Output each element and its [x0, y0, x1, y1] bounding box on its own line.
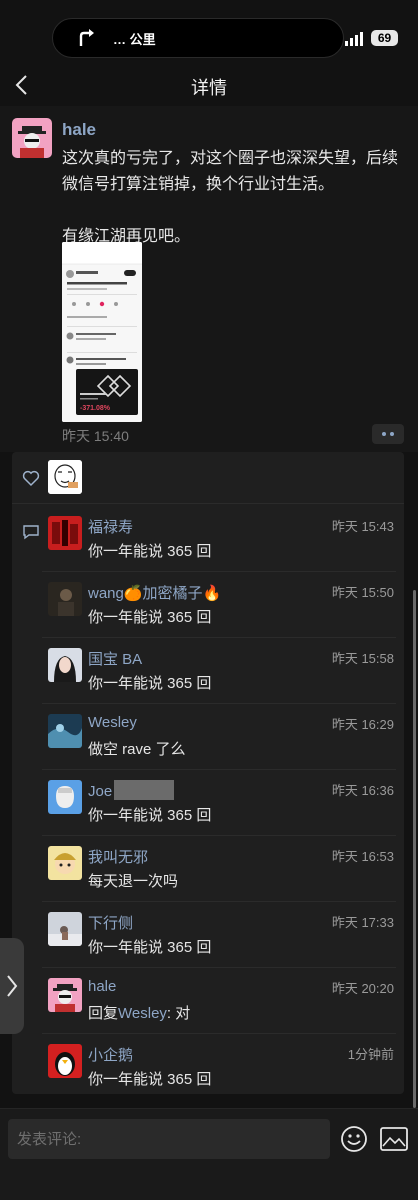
commenter-avatar[interactable] [48, 648, 82, 682]
comment-text: 你一年能说 365 回 [88, 1071, 212, 1088]
commenter-avatar[interactable] [48, 846, 82, 880]
status-bar: … 公里 69 [0, 0, 418, 64]
nav-bar: 详情 [0, 64, 418, 106]
comment-time: 昨天 15:50 [331, 585, 394, 600]
comment-item[interactable]: 我叫无邪 昨天 16:53 每天退一次吗 [42, 836, 396, 902]
comment-item[interactable]: Joe 昨天 16:36 你一年能说 365 回 [42, 770, 396, 836]
comment-text: 你一年能说 365 回 [88, 675, 212, 692]
commenter-name[interactable]: 小企鹅 [88, 1044, 133, 1065]
comment-text: 做空 rave 了么 [88, 741, 186, 758]
comment-item[interactable]: 下行侧 昨天 17:33 你一年能说 365 回 [42, 902, 396, 968]
comment-item[interactable]: hale 昨天 20:20 回复Wesley: 对 [42, 968, 396, 1034]
commenter-avatar[interactable] [48, 516, 82, 550]
comment-text: 你一年能说 365 回 [88, 543, 212, 560]
post-time: 昨天 15:40 [62, 428, 129, 444]
heart-icon [22, 470, 40, 487]
comment-time: 昨天 16:29 [331, 717, 394, 732]
comment-bar [0, 1108, 418, 1200]
side-drawer-tab[interactable] [0, 938, 24, 1034]
more-button[interactable] [372, 424, 404, 444]
commenter-avatar[interactable] [48, 1044, 82, 1078]
signal-icon [345, 32, 363, 46]
commenter-name[interactable]: Joe [88, 780, 175, 800]
comment-icon [23, 525, 39, 540]
comment-time: 昨天 16:53 [331, 849, 394, 864]
comment-item[interactable]: 小企鹅 1分钟前 你一年能说 365 回 [42, 1034, 396, 1100]
comment-time: 昨天 20:20 [331, 981, 394, 996]
commenter-name[interactable]: 下行侧 [88, 912, 133, 933]
comment-time: 昨天 17:33 [331, 915, 394, 930]
author-avatar[interactable] [12, 118, 52, 158]
comment-panel: 福禄寿 昨天 15:43 你一年能说 365 回 wang🍊加密橘子🔥 昨天 1… [12, 452, 404, 1094]
commenter-name[interactable]: hale [88, 978, 116, 995]
post-image[interactable]: -371.08% [62, 242, 142, 422]
chevron-right-icon [7, 975, 18, 997]
author-name[interactable]: hale [62, 120, 96, 140]
commenter-name[interactable]: 我叫无邪 [88, 846, 148, 867]
commenter-avatar[interactable] [48, 912, 82, 946]
comment-input[interactable] [8, 1119, 330, 1159]
commenter-name[interactable]: wang🍊加密橘子🔥 [88, 582, 221, 603]
comment-text: 你一年能说 365 回 [88, 807, 212, 824]
commenter-avatar[interactable] [48, 714, 82, 748]
like-row [12, 452, 404, 504]
image-icon[interactable] [380, 1127, 408, 1151]
comment-time: 昨天 15:58 [331, 651, 394, 666]
comment-time: 昨天 16:36 [331, 783, 394, 798]
dynamic-island[interactable]: … 公里 [52, 18, 344, 58]
commenter-avatar[interactable] [48, 978, 82, 1012]
commenter-avatar[interactable] [48, 780, 82, 814]
comment-text: 你一年能说 365 回 [88, 939, 212, 956]
battery-indicator: 69 [371, 30, 398, 46]
comment-text: 回复Wesley: 对 [88, 1005, 191, 1022]
liker-avatar[interactable] [48, 460, 82, 494]
emoji-icon[interactable] [340, 1125, 368, 1153]
route-distance: … 公里 [113, 32, 156, 47]
scrollbar[interactable] [413, 590, 416, 1108]
comment-time: 昨天 15:43 [331, 519, 394, 534]
page-title: 详情 [191, 78, 227, 98]
pnl-label: -371.08% [80, 405, 111, 412]
post-text: 这次真的亏完了，对这个圈子也深深失望，后续微信号打算注销掉，换个行业讨生活。 有… [62, 150, 399, 245]
comment-item[interactable]: 国宝 BA 昨天 15:58 你一年能说 365 回 [42, 638, 396, 704]
comment-text: 你一年能说 365 回 [88, 609, 212, 626]
moment-post: hale 这次真的亏完了，对这个圈子也深深失望，后续微信号打算注销掉，换个行业讨… [0, 106, 418, 452]
comment-item[interactable]: Wesley 昨天 16:29 做空 rave 了么 [42, 704, 396, 770]
commenter-name[interactable]: 福禄寿 [88, 516, 133, 537]
comment-time: 1分钟前 [347, 1047, 394, 1062]
comment-item[interactable]: wang🍊加密橘子🔥 昨天 15:50 你一年能说 365 回 [42, 572, 396, 638]
more-icon [382, 432, 386, 436]
commenter-name[interactable]: Wesley [88, 714, 137, 731]
redacted-name [114, 780, 175, 800]
route-arrow-icon [79, 29, 94, 46]
reply-target-name[interactable]: Wesley [118, 1005, 167, 1022]
comment-item[interactable]: 福禄寿 昨天 15:43 你一年能说 365 回 [42, 506, 396, 572]
comment-text: 每天退一次吗 [88, 873, 179, 890]
commenter-avatar[interactable] [48, 582, 82, 616]
commenter-name[interactable]: 国宝 BA [88, 648, 142, 669]
